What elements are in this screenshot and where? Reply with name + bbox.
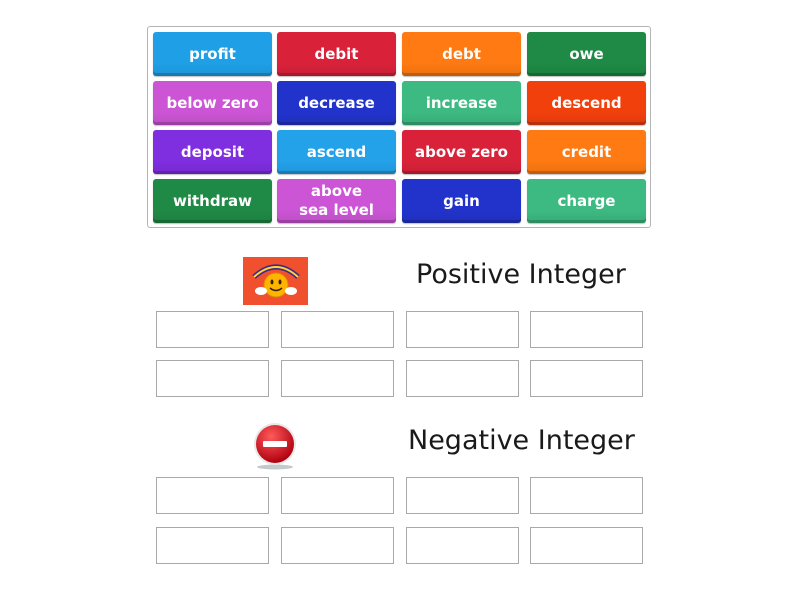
word-tile[interactable]: withdraw xyxy=(153,179,272,223)
word-tile[interactable]: debit xyxy=(277,32,396,76)
positive-integer-heading: Positive Integer xyxy=(416,259,626,290)
positive-drop-slot[interactable] xyxy=(281,311,394,348)
word-tile[interactable]: debt xyxy=(402,32,521,76)
word-tile[interactable]: descend xyxy=(527,81,646,125)
negative-drop-slot[interactable] xyxy=(530,477,643,514)
negative-drop-slot[interactable] xyxy=(281,527,394,564)
no-entry-minus-icon xyxy=(252,422,298,470)
positive-drop-slot[interactable] xyxy=(530,311,643,348)
positive-drop-slot[interactable] xyxy=(406,311,519,348)
word-tile[interactable]: decrease xyxy=(277,81,396,125)
word-tile[interactable]: below zero xyxy=(153,81,272,125)
word-tile[interactable]: gain xyxy=(402,179,521,223)
word-tile[interactable]: ascend xyxy=(277,130,396,174)
word-tile[interactable]: increase xyxy=(402,81,521,125)
word-tile[interactable]: above zero xyxy=(402,130,521,174)
positive-drop-slot[interactable] xyxy=(156,360,269,397)
positive-drop-slot[interactable] xyxy=(530,360,643,397)
negative-integer-heading: Negative Integer xyxy=(408,425,635,456)
stay-positive-smiley-icon xyxy=(243,257,308,305)
word-tile[interactable]: profit xyxy=(153,32,272,76)
word-tile[interactable]: credit xyxy=(527,130,646,174)
word-tile[interactable]: charge xyxy=(527,179,646,223)
negative-drop-slot[interactable] xyxy=(156,527,269,564)
positive-drop-slot[interactable] xyxy=(156,311,269,348)
positive-drop-slot[interactable] xyxy=(406,360,519,397)
negative-drop-slot[interactable] xyxy=(406,477,519,514)
negative-drop-slot[interactable] xyxy=(530,527,643,564)
word-tile[interactable]: above sea level xyxy=(277,179,396,223)
positive-drop-slot[interactable] xyxy=(281,360,394,397)
negative-drop-slot[interactable] xyxy=(156,477,269,514)
word-tile[interactable]: owe xyxy=(527,32,646,76)
negative-drop-slot[interactable] xyxy=(406,527,519,564)
word-tile[interactable]: deposit xyxy=(153,130,272,174)
word-tile-bank: profit debit debt owe below zero decrease incr… xyxy=(147,26,651,228)
negative-drop-slot[interactable] xyxy=(281,477,394,514)
